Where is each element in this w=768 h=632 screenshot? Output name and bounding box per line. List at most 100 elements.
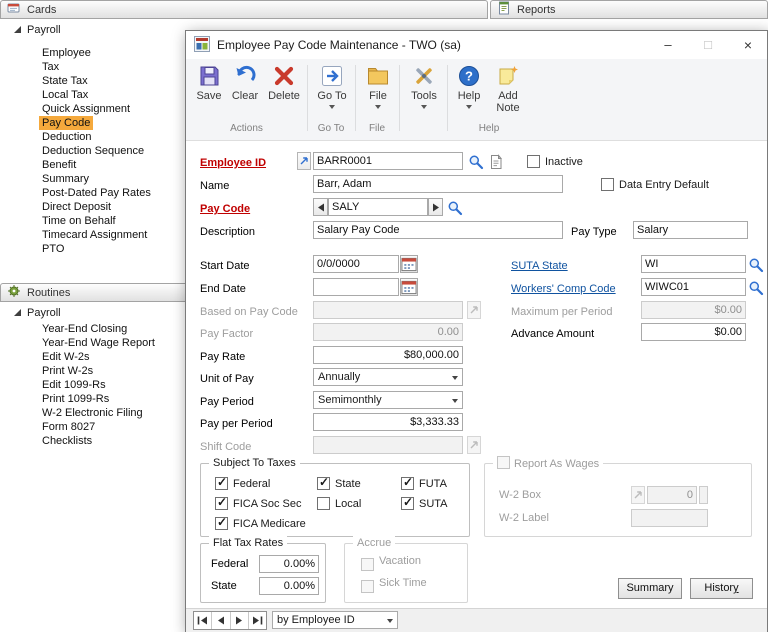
- sidebar-item-deduction[interactable]: Deduction: [42, 130, 92, 144]
- sidebar-item-timecard-assignment[interactable]: Timecard Assignment: [42, 228, 147, 242]
- unit-of-pay-dropdown[interactable]: Annually: [313, 368, 463, 386]
- goto-icon: [322, 66, 342, 86]
- sidebar-item-year-end-closing[interactable]: Year-End Closing: [42, 322, 127, 336]
- sidebar-item-edit-1099rs[interactable]: Edit 1099-Rs: [42, 378, 106, 392]
- sidebar-item-pto[interactable]: PTO: [42, 242, 64, 256]
- workers-comp-lookup-button[interactable]: [747, 279, 764, 296]
- data-entry-default-checkbox[interactable]: [601, 178, 614, 191]
- local-tax-label: Local: [335, 498, 362, 510]
- tree-expander-icon[interactable]: [14, 309, 21, 316]
- sidebar-item-pay-code[interactable]: Pay Code: [39, 116, 94, 130]
- w2-label-label: W-2 Label: [499, 512, 549, 524]
- cards-panel-header[interactable]: Cards: [0, 0, 488, 19]
- note-icon: [490, 153, 502, 169]
- pay-rate-field[interactable]: [313, 346, 463, 364]
- sidebar-item-benefit[interactable]: Benefit: [42, 158, 76, 172]
- suta-checkbox[interactable]: [401, 495, 414, 510]
- shift-code-label: Shift Code: [200, 441, 252, 453]
- unit-of-pay-label: Unit of Pay: [200, 373, 254, 385]
- local-tax-checkbox[interactable]: [317, 497, 330, 510]
- previous-record-button[interactable]: [212, 612, 231, 629]
- employee-notes-button[interactable]: [487, 153, 504, 170]
- pay-code-browse-prev-button[interactable]: [313, 198, 328, 216]
- goto-button[interactable]: Go To: [312, 64, 352, 109]
- sidebar-item-time-on-behalf[interactable]: Time on Behalf: [42, 214, 116, 228]
- subject-to-taxes-title: Subject To Taxes: [209, 456, 300, 470]
- start-date-calendar-button[interactable]: [400, 255, 418, 273]
- pay-code-browse-next-button[interactable]: [428, 198, 443, 216]
- tree-expander-icon[interactable]: [14, 26, 21, 33]
- based-on-pay-code-expansion-button: [467, 301, 481, 319]
- delete-button[interactable]: Delete: [264, 64, 304, 102]
- start-date-field[interactable]: [313, 255, 399, 273]
- chevron-down-icon: [387, 619, 393, 623]
- file-button[interactable]: File: [360, 64, 396, 109]
- flat-federal-field[interactable]: [259, 555, 319, 573]
- summary-button[interactable]: Summary: [618, 578, 682, 599]
- cards-tree-root-payroll[interactable]: Payroll: [27, 23, 61, 37]
- fica-soc-sec-checkbox[interactable]: [215, 495, 228, 510]
- workers-comp-code-field[interactable]: [641, 278, 746, 296]
- federal-tax-checkbox[interactable]: [215, 475, 228, 490]
- sidebar-item-edit-w2s[interactable]: Edit W-2s: [42, 350, 89, 364]
- sort-by-dropdown[interactable]: by Employee ID: [272, 611, 398, 629]
- accrue-vacation-label: Vacation: [379, 555, 421, 567]
- sidebar-item-deduction-sequence[interactable]: Deduction Sequence: [42, 144, 144, 158]
- next-record-button[interactable]: [231, 612, 249, 629]
- fica-medicare-checkbox[interactable]: [215, 515, 228, 530]
- sidebar-item-post-dated-pay-rates[interactable]: Post-Dated Pay Rates: [42, 186, 151, 200]
- pay-period-dropdown[interactable]: Semimonthly: [313, 391, 463, 409]
- sidebar-item-employee[interactable]: Employee: [42, 46, 91, 60]
- routines-tree-root-payroll[interactable]: Payroll: [27, 306, 61, 320]
- help-button[interactable]: ? Help: [452, 64, 486, 109]
- save-button[interactable]: Save: [192, 64, 226, 102]
- ribbon-group-separator: [447, 65, 448, 131]
- suta-state-field[interactable]: [641, 255, 746, 273]
- maximum-per-period-field: $0.00: [641, 301, 746, 319]
- sidebar-item-tax[interactable]: Tax: [42, 60, 59, 74]
- suta-state-lookup-button[interactable]: [747, 256, 764, 273]
- pay-code-field[interactable]: [328, 198, 428, 216]
- first-record-button[interactable]: [194, 612, 213, 629]
- application-window: Cards Payroll Employee Tax State Tax Loc…: [0, 0, 768, 632]
- name-field[interactable]: [313, 175, 563, 193]
- workers-comp-code-link[interactable]: Workers' Comp Code: [511, 280, 616, 298]
- w2-box-expansion-button: [631, 486, 645, 504]
- flat-tax-rates-group: Flat Tax Rates Federal State: [200, 536, 326, 603]
- end-date-field[interactable]: [313, 278, 399, 296]
- futa-checkbox[interactable]: [401, 475, 414, 490]
- employee-id-expansion-button[interactable]: [297, 152, 311, 170]
- sidebar-item-checklists[interactable]: Checklists: [42, 434, 92, 448]
- add-note-button[interactable]: Add Note: [488, 64, 528, 114]
- clear-button[interactable]: Clear: [228, 64, 262, 102]
- state-tax-checkbox[interactable]: [317, 475, 330, 490]
- reports-panel-header[interactable]: Reports: [490, 0, 768, 19]
- sidebar-item-direct-deposit[interactable]: Direct Deposit: [42, 200, 111, 214]
- minimize-button[interactable]: –: [651, 31, 685, 59]
- lookup-icon: [749, 281, 763, 295]
- inactive-label: Inactive: [545, 156, 583, 168]
- history-button[interactable]: History: [690, 578, 753, 599]
- end-date-calendar-button[interactable]: [400, 278, 418, 296]
- sidebar-item-summary[interactable]: Summary: [42, 172, 89, 186]
- sidebar-item-state-tax[interactable]: State Tax: [42, 74, 88, 88]
- last-record-button[interactable]: [249, 612, 266, 629]
- advance-amount-field[interactable]: [641, 323, 746, 341]
- employee-id-field[interactable]: [313, 152, 463, 170]
- sidebar-item-w2-electronic-filing[interactable]: W-2 Electronic Filing: [42, 406, 143, 420]
- sidebar-item-form-8027[interactable]: Form 8027: [42, 420, 95, 434]
- sidebar-item-quick-assignment[interactable]: Quick Assignment: [42, 102, 130, 116]
- description-field[interactable]: [313, 221, 563, 239]
- suta-state-link[interactable]: SUTA State: [511, 257, 568, 275]
- sidebar-item-year-end-wage-report[interactable]: Year-End Wage Report: [42, 336, 155, 350]
- sidebar-item-print-w2s[interactable]: Print W-2s: [42, 364, 93, 378]
- flat-state-field[interactable]: [259, 577, 319, 595]
- sidebar-item-local-tax[interactable]: Local Tax: [42, 88, 88, 102]
- close-button[interactable]: ×: [731, 31, 765, 59]
- employee-id-lookup-button[interactable]: [467, 153, 484, 170]
- inactive-checkbox[interactable]: [527, 155, 540, 168]
- tools-button[interactable]: Tools: [404, 64, 444, 109]
- pay-code-lookup-button[interactable]: [446, 199, 463, 216]
- ribbon-group-file: File: [368, 123, 386, 134]
- sidebar-item-print-1099rs[interactable]: Print 1099-Rs: [42, 392, 109, 406]
